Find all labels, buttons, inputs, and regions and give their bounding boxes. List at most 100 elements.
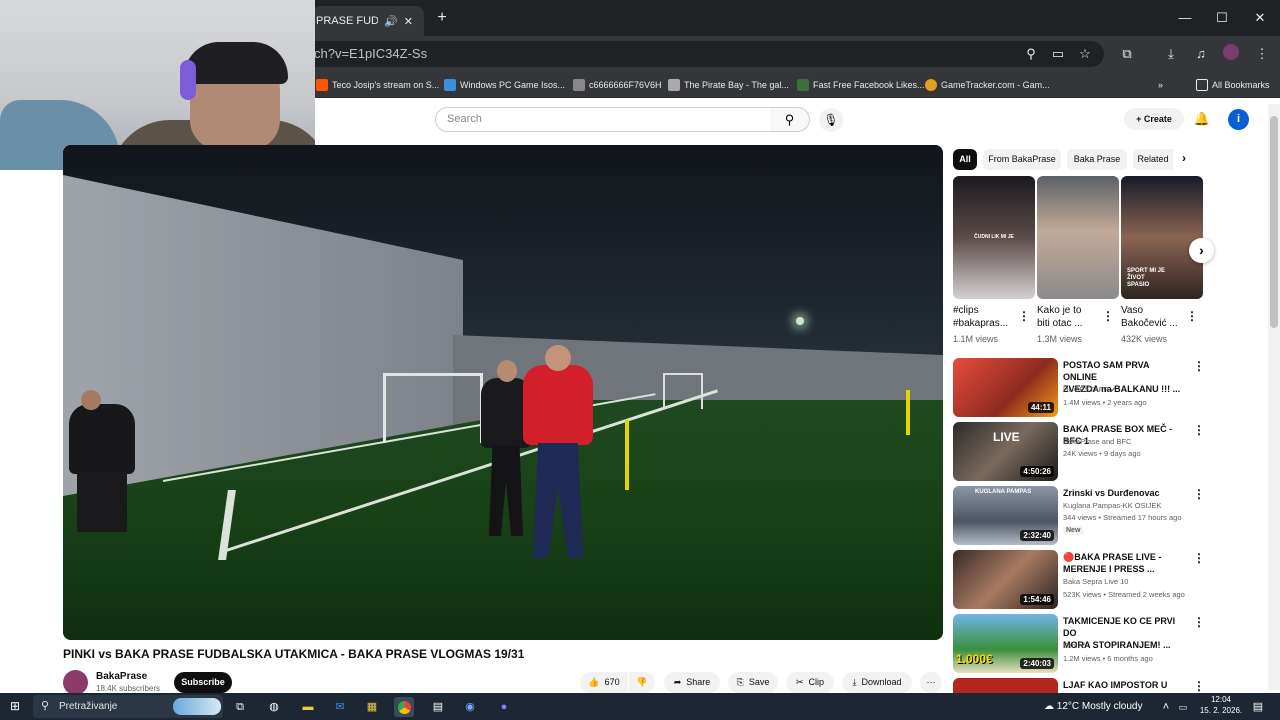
install-app-icon[interactable]: ▭	[1048, 44, 1068, 64]
search-icon[interactable]: ⚲	[770, 107, 810, 132]
channel-name[interactable]: Baka Sepra Live 10	[1063, 576, 1193, 587]
page-icon	[444, 79, 456, 91]
video-thumbnail[interactable]: 1.000€ 2:40:03	[953, 614, 1058, 673]
close-window-icon[interactable]: ✕	[1245, 8, 1275, 28]
video-thumbnail[interactable]: 1:54:46	[953, 550, 1058, 609]
new-badge: New	[1063, 526, 1084, 535]
video-stats: 1.2M views • 6 months ago	[1063, 654, 1153, 663]
maximize-icon[interactable]: ☐	[1207, 8, 1237, 28]
video-menu-icon[interactable]: ⋮	[1193, 616, 1205, 628]
video-thumbnail[interactable]: 44:11	[953, 358, 1058, 417]
app-icon[interactable]: ◍	[264, 697, 284, 717]
save-button[interactable]: ⎘ Save	[728, 672, 778, 693]
tray-chevron-icon[interactable]: ˄	[1159, 697, 1173, 717]
download-button[interactable]: ⤓ Download	[842, 672, 912, 693]
video-thumbnail[interactable]	[953, 678, 1058, 693]
taskbar-clock[interactable]: 12:04 15. 2. 2026.	[1196, 694, 1246, 716]
short-title[interactable]: #clips #bakapras...	[953, 304, 1023, 330]
network-icon[interactable]: ▭	[1176, 697, 1190, 717]
short-title[interactable]: Kako je to biti otac ...	[1037, 304, 1107, 330]
video-title-link[interactable]: LJAF KAO IMPOSTOR U	[1063, 679, 1185, 691]
chip-all[interactable]: All	[953, 149, 977, 170]
windows-start-icon[interactable]: ⊞	[8, 699, 22, 713]
search-icon: ⚲	[41, 700, 50, 712]
file-explorer-icon[interactable]: ▬	[298, 697, 318, 717]
notifications-bell-icon[interactable]: 🔔	[1193, 110, 1211, 128]
video-menu-icon[interactable]: ⋮	[1193, 680, 1205, 692]
channel-name[interactable]: Kuglana Pampas-KK OSIJEK	[1063, 500, 1193, 511]
bookmark-item[interactable]: Windows PC Game Isos...	[444, 77, 565, 93]
browser-tab-active[interactable]: PRASE FUDBALSKA 🔊 ✕	[312, 6, 424, 36]
channel-avatar[interactable]	[63, 670, 88, 695]
bookmark-star-icon[interactable]: ☆	[1075, 44, 1095, 64]
short-menu-icon[interactable]: ⋮	[1186, 310, 1198, 322]
bookmark-item[interactable]: Teco Josip's stream on S...	[316, 77, 439, 93]
taskbar-search[interactable]: ⚲ Pretraživanje	[33, 695, 223, 718]
app-icon[interactable]: ◉	[460, 697, 480, 717]
short-thumbnail[interactable]: ČUDNI LIK MI JE	[953, 176, 1035, 299]
scrollbar-thumb[interactable]	[1270, 116, 1278, 328]
zoom-icon[interactable]: ⚲	[1021, 44, 1041, 64]
clip-button[interactable]: ✂ Clip	[786, 672, 834, 693]
task-view-icon[interactable]: ⧉	[230, 697, 250, 717]
tab-audio-icon[interactable]: 🔊	[384, 15, 398, 28]
shorts-next-icon[interactable]: ›	[1189, 238, 1214, 263]
share-button[interactable]: ➦ Share	[664, 672, 720, 693]
short-thumbnail[interactable]	[1037, 176, 1119, 299]
tab-title: PRASE FUDBALSKA	[316, 15, 378, 27]
short-menu-icon[interactable]: ⋮	[1018, 310, 1030, 322]
mail-icon[interactable]: ✉	[330, 697, 350, 717]
notifications-icon[interactable]: ▤	[1250, 697, 1266, 717]
video-menu-icon[interactable]: ⋮	[1193, 552, 1205, 564]
video-player[interactable]	[63, 145, 943, 640]
bookmark-item[interactable]: Fast Free Facebook Likes...	[797, 77, 925, 93]
short-menu-icon[interactable]: ⋮	[1102, 310, 1114, 322]
address-bar[interactable]: ch?v=E1pIC34Z-Ss	[290, 41, 1104, 67]
video-title-link[interactable]: Zrinski vs Durđenovac	[1063, 487, 1185, 499]
profile-icon[interactable]	[1221, 44, 1241, 64]
account-avatar[interactable]: i	[1228, 109, 1249, 130]
search-input[interactable]: Search	[435, 107, 771, 132]
chrome-menu-icon[interactable]: ⋮	[1252, 44, 1272, 64]
chips-next-icon[interactable]: ›	[1182, 151, 1196, 165]
all-bookmarks[interactable]: All Bookmarks	[1196, 77, 1270, 93]
extensions-icon[interactable]: ⧉	[1117, 44, 1137, 64]
bookmarks-overflow-icon[interactable]: »	[1158, 77, 1163, 93]
minimize-icon[interactable]: —	[1170, 8, 1200, 28]
weather-widget[interactable]: ☁ 12°C Mostly cloudy	[1044, 699, 1142, 715]
microphone-icon[interactable]: 🎙	[819, 108, 843, 132]
video-thumbnail[interactable]: KUGLANA PAMPAS 2:32:40	[953, 486, 1058, 545]
app-icon[interactable]: ●	[494, 697, 514, 717]
video-thumbnail[interactable]: LIVE 4:50:26	[953, 422, 1058, 481]
new-tab-icon[interactable]: +	[432, 8, 452, 28]
channel-name[interactable]: BakaPrase	[96, 671, 147, 682]
bookmark-item[interactable]: GameTracker.com - Gam...	[925, 77, 1050, 93]
channel-name[interactable]: BakaPrase and BFC	[1063, 436, 1193, 447]
download-icon[interactable]: ⤓	[1161, 44, 1181, 64]
store-icon[interactable]: ▦	[362, 697, 382, 717]
short-title[interactable]: Vaso Bakočević ...	[1121, 304, 1191, 330]
bookmark-item[interactable]: The Pirate Bay - The gal...	[668, 77, 789, 93]
app-icon[interactable]: ▤	[428, 697, 448, 717]
chip-from-channel[interactable]: From BakaPrase	[983, 149, 1061, 170]
dislike-button[interactable]: 👎	[629, 672, 655, 693]
video-menu-icon[interactable]: ⋮	[1193, 360, 1205, 372]
chip-related[interactable]: Related	[1133, 149, 1173, 170]
subscribe-button[interactable]: Subscribe	[174, 672, 232, 693]
create-button[interactable]: + Create	[1124, 108, 1184, 130]
bookmark-item[interactable]: c6666666F76V6H	[573, 77, 662, 93]
channel-name[interactable]: Simi ✔	[1063, 640, 1193, 651]
chip-baka-prase[interactable]: Baka Prase	[1067, 149, 1127, 170]
channel-name[interactable]: HUGESTAFF ✔	[1063, 384, 1193, 395]
video-title-link[interactable]: 🔴BAKA PRASE LIVE - MERENJE I PRESS ...	[1063, 551, 1185, 575]
media-control-icon[interactable]: ♫	[1191, 44, 1211, 64]
video-stats: 1.4M views • 2 years ago	[1063, 398, 1147, 407]
video-menu-icon[interactable]: ⋮	[1193, 424, 1205, 436]
like-button[interactable]: 👍 670	[580, 672, 628, 693]
short-thumbnail[interactable]: SPORT MI JE ŽIVOT SPASIO	[1121, 176, 1203, 299]
chrome-taskbar-icon[interactable]	[394, 697, 414, 717]
video-menu-icon[interactable]: ⋮	[1193, 488, 1205, 500]
video-title: PINKI vs BAKA PRASE FUDBALSKA UTAKMICA -…	[63, 647, 525, 661]
more-actions-icon[interactable]: ⋯	[920, 672, 942, 693]
tab-close-icon[interactable]: ✕	[404, 15, 413, 28]
